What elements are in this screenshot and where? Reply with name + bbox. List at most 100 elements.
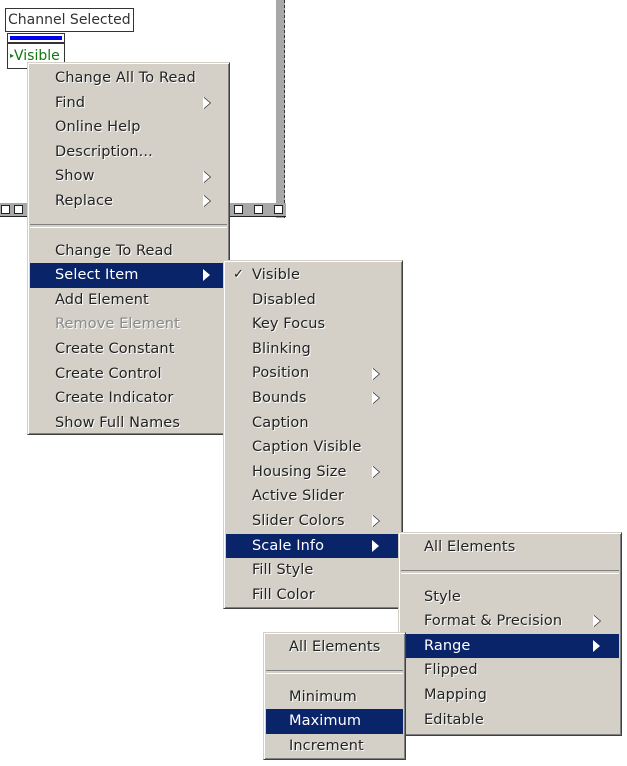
- menu-item-change-all-to-read[interactable]: Change All To Read: [30, 66, 227, 91]
- submenu-arrow-icon: [372, 392, 379, 405]
- menu-item-minimum[interactable]: Minimum: [266, 685, 403, 710]
- panel-window-border: [276, 0, 285, 218]
- menu-item-add-element[interactable]: Add Element: [30, 288, 227, 313]
- menu-item-change-to-read[interactable]: Change To Read: [30, 239, 227, 264]
- menu-item-label: Bounds: [252, 389, 307, 406]
- menu-item-format-precision[interactable]: Format & Precision: [401, 609, 619, 634]
- menu-item-label: Caption Visible: [252, 439, 362, 456]
- menu-item-label: Online Help: [55, 119, 141, 136]
- menu-item-create-control[interactable]: Create Control: [30, 362, 227, 387]
- menu-item-label: Find: [55, 94, 86, 111]
- channel-slider[interactable]: [7, 33, 65, 43]
- scroll-square[interactable]: [14, 205, 23, 214]
- menu-item-label: Key Focus: [252, 316, 326, 333]
- menu-item-create-indicator[interactable]: Create Indicator: [30, 386, 227, 411]
- menu-item-scale-info[interactable]: Scale Info: [226, 533, 400, 559]
- scroll-square[interactable]: [274, 205, 283, 214]
- menu-item-label: Change To Read: [55, 242, 173, 259]
- submenu-arrow-icon: [372, 367, 379, 380]
- menu-item-bounds[interactable]: Bounds: [226, 386, 400, 411]
- menu-item-style[interactable]: Style: [401, 585, 619, 610]
- scroll-square[interactable]: [234, 205, 243, 214]
- menu-item-key-focus[interactable]: Key Focus: [226, 312, 400, 337]
- menu-item-fill-color[interactable]: Fill Color: [226, 583, 400, 608]
- menu-item-label: Range: [424, 637, 471, 654]
- menu-item-label: Fill Style: [252, 562, 314, 579]
- menu-item-label: Fill Color: [252, 586, 315, 603]
- menu-item-blinking[interactable]: Blinking: [226, 337, 400, 362]
- menu-separator: [266, 669, 403, 674]
- slider-fill: [10, 36, 62, 40]
- submenu-arrow-icon: [372, 466, 379, 479]
- menu-item-slider-colors[interactable]: Slider Colors: [226, 509, 400, 534]
- menu-item-remove-element: Remove Element: [30, 312, 227, 337]
- context-menu-main: Change All To Read Find Online Help Desc…: [27, 62, 230, 435]
- menu-item-label: Description...: [55, 143, 153, 160]
- menu-item-position[interactable]: Position: [226, 361, 400, 386]
- menu-item-find[interactable]: Find: [30, 91, 227, 116]
- menu-item-all-elements[interactable]: All Elements: [401, 535, 619, 560]
- menu-item-label: Editable: [424, 711, 484, 728]
- menu-item-description[interactable]: Description...: [30, 140, 227, 165]
- scroll-square[interactable]: [254, 205, 263, 214]
- menu-item-label: Minimum: [289, 688, 357, 705]
- menu-item-increment[interactable]: Increment: [266, 734, 403, 759]
- submenu-range: All Elements Minimum Maximum Increment: [263, 632, 406, 760]
- menu-item-label: Mapping: [424, 686, 487, 703]
- submenu-arrow-icon: [372, 515, 379, 528]
- scroll-square[interactable]: [1, 205, 10, 214]
- menu-item-housing-size[interactable]: Housing Size: [226, 460, 400, 485]
- menu-item-label: Caption: [252, 414, 309, 431]
- menu-item-select-item[interactable]: Select Item: [30, 263, 227, 288]
- menu-item-label: Position: [252, 365, 310, 382]
- submenu-arrow-icon: [203, 170, 210, 183]
- menu-item-label: Create Constant: [55, 340, 175, 357]
- menu-item-label: Active Slider: [252, 488, 345, 505]
- submenu-arrow-icon: [593, 615, 600, 628]
- submenu-select-item: ✓ Visible Disabled Key Focus Blinking Pos…: [223, 260, 403, 609]
- submenu-arrow-icon: [203, 269, 210, 282]
- menu-item-mapping[interactable]: Mapping: [401, 683, 619, 708]
- menu-item-editable[interactable]: Editable: [401, 708, 619, 733]
- menu-item-label: Create Indicator: [55, 390, 174, 407]
- menu-item-label: Show: [55, 168, 95, 185]
- menu-item-active-slider[interactable]: Active Slider: [226, 484, 400, 509]
- menu-item-label: Housing Size: [252, 463, 347, 480]
- menu-item-label: Visible: [252, 267, 301, 283]
- menu-item-label: Add Element: [55, 291, 149, 308]
- submenu-arrow-icon: [203, 96, 210, 109]
- menu-separator: [30, 223, 227, 228]
- menu-separator: [401, 569, 619, 574]
- menu-item-label: Create Control: [55, 365, 162, 382]
- menu-item-show-full-names[interactable]: Show Full Names: [30, 411, 227, 436]
- menu-item-disabled[interactable]: Disabled: [226, 288, 400, 313]
- menu-item-create-constant[interactable]: Create Constant: [30, 337, 227, 362]
- menu-item-all-elements[interactable]: All Elements: [266, 635, 403, 660]
- menu-item-visible[interactable]: ✓ Visible: [226, 263, 400, 288]
- menu-item-online-help[interactable]: Online Help: [30, 115, 227, 140]
- menu-item-label: All Elements: [424, 539, 516, 555]
- menu-item-flipped[interactable]: Flipped: [401, 658, 619, 683]
- menu-item-fill-style[interactable]: Fill Style: [226, 558, 400, 583]
- menu-item-label: Change All To Read: [55, 70, 196, 86]
- menu-item-label: All Elements: [289, 639, 381, 655]
- menu-item-label: Scale Info: [252, 537, 325, 554]
- menu-item-maximum[interactable]: Maximum: [266, 709, 403, 734]
- menu-item-label: Select Item: [55, 267, 139, 284]
- checkmark-icon: ✓: [233, 267, 244, 282]
- menu-item-label: Style: [424, 588, 461, 605]
- submenu-arrow-icon: [372, 539, 379, 552]
- menu-item-range[interactable]: Range: [401, 633, 619, 659]
- menu-item-label: Increment: [289, 737, 364, 754]
- channel-selected-label: Channel Selected: [5, 8, 134, 32]
- menu-item-caption-visible[interactable]: Caption Visible: [226, 435, 400, 460]
- menu-item-label: Disabled: [252, 291, 316, 308]
- menu-item-caption[interactable]: Caption: [226, 411, 400, 436]
- menu-item-label: Blinking: [252, 340, 311, 357]
- menu-item-replace[interactable]: Replace: [30, 189, 227, 214]
- menu-item-label: Replace: [55, 192, 114, 209]
- menu-item-label: Flipped: [424, 662, 478, 679]
- submenu-arrow-icon: [203, 195, 210, 208]
- menu-item-label: Format & Precision: [424, 613, 563, 630]
- menu-item-show[interactable]: Show: [30, 164, 227, 189]
